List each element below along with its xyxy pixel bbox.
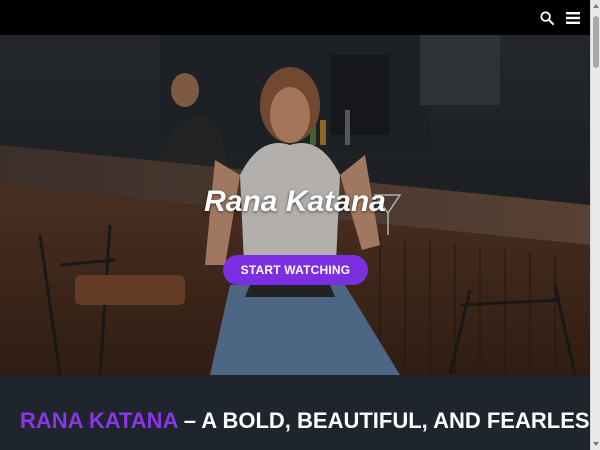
headline-rest: – A BOLD, BEAUTIFUL, AND FEARLESS [177, 408, 600, 433]
search-icon[interactable] [538, 9, 556, 27]
section-headline: RANA KATANA – A BOLD, BEAUTIFUL, AND FEA… [20, 408, 600, 434]
intro-section: RANA KATANA – A BOLD, BEAUTIFUL, AND FEA… [0, 375, 600, 450]
page-scrollbar[interactable] [590, 0, 600, 450]
scroll-down-arrow-icon[interactable] [593, 442, 599, 446]
scrollbar-thumb[interactable] [593, 16, 599, 68]
start-watching-button[interactable]: START WATCHING [223, 255, 368, 285]
scroll-up-arrow-icon[interactable] [593, 4, 599, 8]
hamburger-menu-icon[interactable] [564, 9, 582, 27]
hero-title: Rana Katana [204, 185, 386, 218]
top-navigation-bar [0, 0, 590, 35]
hero-banner: Rana Katana START WATCHING [0, 35, 590, 375]
headline-accent: RANA KATANA [20, 408, 178, 433]
